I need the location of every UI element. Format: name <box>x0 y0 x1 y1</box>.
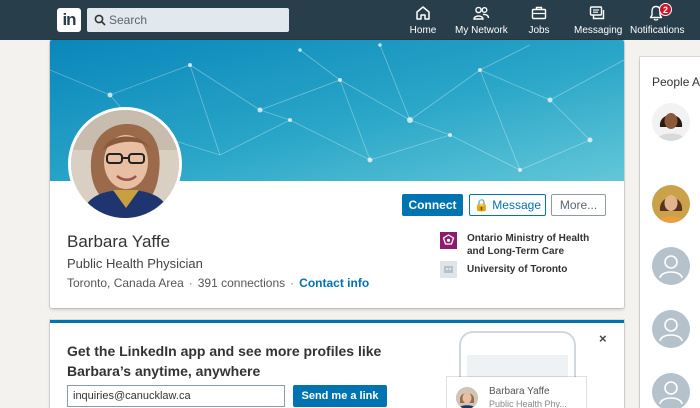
mini-avatar <box>456 387 478 408</box>
linkedin-logo[interactable]: in <box>57 8 81 32</box>
rail-title: People Al <box>652 75 700 89</box>
profile-photo-image <box>71 110 179 218</box>
profile-connections[interactable]: 391 connections <box>198 276 285 290</box>
nav-my-network-label: My Network <box>455 25 508 36</box>
email-field[interactable]: inquiries@canucklaw.ca <box>67 385 285 407</box>
nav-jobs[interactable]: Jobs <box>527 4 551 38</box>
experience-org: Ontario Ministry of Health and Long-Term… <box>467 233 590 257</box>
search-input[interactable] <box>109 8 284 32</box>
user-icon <box>659 255 683 279</box>
profile-photo[interactable] <box>68 107 182 221</box>
nav-home[interactable]: Home <box>408 4 438 38</box>
mini-profile-card: Barbara Yaffe Public Health Phy... <box>447 377 586 408</box>
message-button[interactable]: 🔒 Message <box>469 194 546 216</box>
ontario-trillium-logo <box>440 232 457 249</box>
nav-messaging[interactable]: Messaging <box>574 4 623 38</box>
lock-icon: 🔒 <box>474 198 489 212</box>
education-org: University of Toronto <box>467 264 568 275</box>
school-placeholder-icon <box>440 261 457 278</box>
connect-button[interactable]: Connect <box>402 194 463 216</box>
person-avatar-placeholder[interactable] <box>652 310 690 348</box>
send-link-button[interactable]: Send me a link <box>293 385 387 407</box>
more-button[interactable]: More... <box>551 194 606 216</box>
people-also-viewed: People Al <box>640 57 700 408</box>
network-icon <box>473 6 490 20</box>
mini-card-name: Barbara Yaffe <box>489 386 550 397</box>
separator-dot: · <box>290 276 295 290</box>
app-promo-card: Get the LinkedIn app and see more profil… <box>50 320 624 408</box>
profile-card: Connect 🔒 Message More... Barbara Yaffe … <box>50 40 624 308</box>
contact-info-link[interactable]: Contact info <box>299 276 369 290</box>
person-avatar-placeholder[interactable] <box>652 247 690 285</box>
briefcase-icon <box>531 6 547 20</box>
nav-messaging-label: Messaging <box>574 25 623 36</box>
user-icon <box>659 318 683 342</box>
separator-dot: · <box>188 276 193 290</box>
nav-notifications[interactable]: 2 Notifications <box>630 3 685 38</box>
search-icon <box>94 14 106 26</box>
close-icon[interactable]: × <box>599 331 607 346</box>
person-avatar[interactable] <box>652 185 690 223</box>
nav-jobs-label: Jobs <box>528 25 550 36</box>
top-nav: in Home My Network Jobs <box>0 0 700 40</box>
message-button-label: Message <box>492 198 541 212</box>
user-icon <box>659 381 683 405</box>
mini-card-headline: Public Health Phy... <box>489 399 567 408</box>
profile-name: Barbara Yaffe <box>67 232 171 251</box>
search-box[interactable] <box>87 8 289 32</box>
nav-notifications-label: Notifications <box>630 25 685 36</box>
messaging-icon <box>589 6 605 20</box>
profile-meta: Toronto, Canada Area · 391 connections · Con… <box>67 276 369 290</box>
profile-headline: Public Health Physician <box>67 256 203 271</box>
person-avatar-placeholder[interactable] <box>652 373 690 408</box>
promo-heading: Get the LinkedIn app and see more profil… <box>67 343 382 379</box>
home-icon <box>416 6 430 20</box>
nav-my-network[interactable]: My Network <box>455 4 508 38</box>
nav-home-label: Home <box>409 25 437 36</box>
profile-location: Toronto, Canada Area <box>67 276 184 290</box>
notifications-badge: 2 <box>659 3 672 16</box>
person-avatar[interactable] <box>652 103 690 141</box>
